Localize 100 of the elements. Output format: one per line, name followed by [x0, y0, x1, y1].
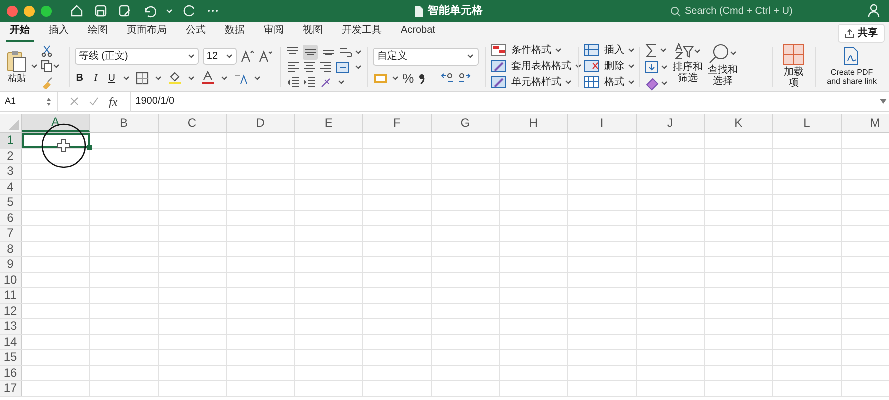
dropdown-icon[interactable]	[660, 48, 668, 53]
row-header[interactable]: 4	[0, 180, 22, 194]
increase-decimal-icon[interactable]	[441, 72, 454, 85]
increase-indent-icon[interactable]	[304, 76, 315, 88]
column-header[interactable]: D	[226, 114, 296, 132]
save-icon[interactable]	[94, 4, 108, 18]
column-header[interactable]: L	[773, 114, 842, 132]
dropdown-icon[interactable]	[220, 76, 228, 80]
insert-cells-icon[interactable]	[584, 44, 600, 57]
italic-button[interactable]: I	[90, 70, 101, 86]
font-color-icon[interactable]	[200, 71, 215, 85]
align-button[interactable]	[303, 44, 318, 60]
style-menu-button[interactable]: 条件格式	[511, 44, 552, 56]
ribbon-tab[interactable]: 视图	[299, 22, 327, 42]
dropdown-icon[interactable]	[188, 54, 195, 58]
dropdown-icon[interactable]	[661, 64, 668, 70]
ribbon-tab[interactable]: Acrobat	[397, 22, 440, 42]
scissors-icon[interactable]	[41, 44, 53, 56]
percent-button[interactable]: %	[402, 72, 414, 86]
dropdown-icon[interactable]	[565, 80, 572, 85]
dropdown-icon[interactable]	[122, 76, 130, 80]
minimize-icon[interactable]	[24, 6, 35, 16]
find-select-button[interactable]: 查找和选择	[707, 42, 738, 86]
comma-style-icon[interactable]	[418, 72, 428, 85]
row-header[interactable]: 3	[0, 164, 22, 178]
dropdown-icon[interactable]	[628, 64, 636, 69]
row-header[interactable]: 15	[0, 350, 22, 364]
decrease-decimal-icon[interactable]	[458, 72, 472, 85]
row-header[interactable]: 8	[0, 242, 22, 256]
row-header[interactable]: 12	[0, 304, 22, 318]
conditional-format-icon[interactable]	[491, 44, 508, 57]
bold-button[interactable]: B	[74, 70, 85, 86]
cell-format-icon[interactable]	[584, 76, 600, 89]
dropdown-icon[interactable]	[338, 80, 345, 84]
column-header[interactable]: E	[295, 114, 364, 132]
column-header[interactable]: J	[636, 114, 705, 132]
borders-icon[interactable]	[136, 72, 149, 84]
stepper-icon[interactable]	[46, 96, 52, 106]
ribbon-tab[interactable]: 绘图	[84, 22, 112, 42]
ribbon-tab[interactable]: 页面布局	[123, 22, 171, 42]
style-menu-button[interactable]: 单元格样式	[511, 76, 562, 88]
row-header[interactable]: 1	[0, 133, 22, 148]
sort-filter-icon[interactable]	[674, 42, 694, 60]
edit-document-icon[interactable]	[118, 4, 132, 18]
align-lines-icon[interactable]	[304, 62, 315, 73]
dropdown-icon[interactable]	[254, 76, 261, 80]
align-lines-icon[interactable]	[288, 62, 299, 73]
row-header[interactable]: 5	[0, 195, 22, 210]
check-icon[interactable]	[89, 97, 99, 106]
dropdown-icon[interactable]	[392, 76, 399, 81]
row-header[interactable]: 13	[0, 319, 22, 334]
home-icon[interactable]	[70, 4, 84, 18]
column-header[interactable]: C	[158, 114, 227, 132]
row-header[interactable]: 14	[0, 334, 22, 349]
dropdown-icon[interactable]	[354, 50, 362, 54]
cell-style-icon[interactable]	[491, 76, 508, 89]
dropdown-icon[interactable]	[694, 48, 702, 54]
fill-down-icon[interactable]	[645, 60, 660, 74]
dropdown-icon[interactable]	[31, 64, 38, 69]
row-header[interactable]: 10	[0, 272, 22, 287]
ribbon-tab[interactable]: 审阅	[260, 22, 288, 42]
delete-cells-icon[interactable]	[584, 60, 600, 73]
ribbon-tab[interactable]: 数据	[221, 22, 249, 42]
dropdown-icon[interactable]	[466, 54, 474, 59]
row-header[interactable]: 2	[0, 148, 22, 163]
column-header[interactable]: F	[363, 114, 432, 132]
row-header[interactable]: 7	[0, 226, 22, 240]
increase-font-size-icon[interactable]	[240, 50, 255, 62]
row-header[interactable]: 16	[0, 366, 22, 380]
ribbon-tab[interactable]: 插入	[45, 22, 73, 42]
ribbon-tab[interactable]: 公式	[182, 22, 210, 42]
text-orientation-icon[interactable]	[320, 76, 333, 88]
wrap-text-icon[interactable]	[338, 46, 352, 58]
create-pdf-button[interactable]: Create PDF and share link	[821, 47, 883, 86]
more-icon[interactable]	[207, 8, 219, 14]
sort-filter-button[interactable]: 排序和筛选	[672, 42, 704, 84]
row-header[interactable]: 9	[0, 257, 22, 272]
share-button[interactable]: 共享	[838, 24, 885, 43]
search-icon[interactable]	[670, 6, 681, 16]
cells-menu-button[interactable]: 插入	[604, 44, 624, 56]
decrease-indent-icon[interactable]	[288, 76, 299, 88]
font-name-field[interactable]: 等线 (正文)	[74, 48, 199, 64]
cells-menu-button[interactable]: 格式	[604, 76, 624, 88]
table-format-icon[interactable]	[491, 60, 508, 73]
row-header[interactable]: 17	[0, 381, 22, 396]
zoom-icon[interactable]	[41, 6, 52, 16]
copy-icon[interactable]	[41, 60, 53, 72]
column-header[interactable]: M	[842, 114, 889, 132]
number-format-field[interactable]: 自定义	[372, 48, 479, 66]
cells-menu-button[interactable]: 删除	[604, 60, 624, 72]
expand-icon[interactable]	[880, 99, 887, 104]
dropdown-icon[interactable]	[188, 76, 195, 80]
merge-cells-icon[interactable]	[336, 62, 350, 74]
decrease-font-size-icon[interactable]	[258, 50, 273, 62]
underline-button[interactable]: U	[106, 70, 117, 86]
column-header[interactable]: K	[704, 114, 774, 132]
dropdown-icon[interactable]	[53, 64, 60, 68]
document-icon[interactable]	[413, 4, 425, 18]
row-header[interactable]: 6	[0, 210, 22, 225]
redo-icon[interactable]	[183, 4, 197, 18]
